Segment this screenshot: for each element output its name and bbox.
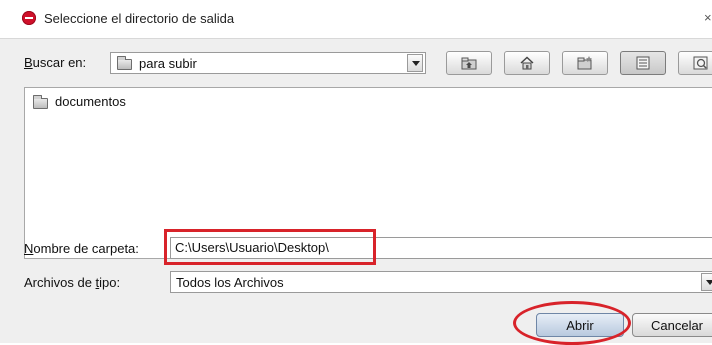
up-folder-button[interactable] bbox=[446, 51, 492, 75]
file-chooser-dialog: Buscar en: para subir documentos Nombre … bbox=[0, 38, 712, 345]
list-view-icon bbox=[636, 56, 650, 70]
cancel-button[interactable]: Cancelar bbox=[632, 313, 712, 337]
list-view-button[interactable] bbox=[620, 51, 666, 75]
folder-icon bbox=[117, 56, 132, 70]
new-folder-icon bbox=[577, 56, 592, 70]
window-title: Seleccione el directorio de salida bbox=[44, 11, 235, 26]
title-bar: Seleccione el directorio de salida × bbox=[0, 0, 712, 38]
details-view-button[interactable] bbox=[678, 51, 712, 75]
close-icon[interactable]: × bbox=[704, 10, 712, 25]
up-folder-icon bbox=[461, 57, 477, 70]
file-type-value: Todos los Archivos bbox=[176, 275, 284, 290]
app-logo-icon bbox=[22, 11, 36, 25]
chevron-down-icon[interactable] bbox=[407, 54, 423, 72]
file-type-label: Archivos de tipo: bbox=[24, 275, 121, 290]
home-button[interactable] bbox=[504, 51, 550, 75]
folder-name-label: Nombre de carpeta: bbox=[24, 241, 139, 256]
open-button[interactable]: Abrir bbox=[536, 313, 624, 337]
file-name: documentos bbox=[55, 94, 126, 109]
file-list[interactable]: documentos bbox=[24, 87, 712, 259]
look-in-label: Buscar en: bbox=[24, 55, 87, 70]
new-folder-button[interactable] bbox=[562, 51, 608, 75]
folder-icon bbox=[33, 95, 48, 109]
file-type-combo[interactable]: Todos los Archivos bbox=[170, 271, 712, 293]
look-in-combo[interactable]: para subir bbox=[110, 52, 426, 74]
home-icon bbox=[520, 56, 534, 70]
details-view-icon bbox=[693, 56, 708, 70]
folder-name-field[interactable] bbox=[170, 237, 712, 259]
look-in-value: para subir bbox=[139, 56, 197, 71]
chevron-down-icon[interactable] bbox=[701, 273, 712, 291]
folder-name-input[interactable] bbox=[175, 240, 675, 255]
